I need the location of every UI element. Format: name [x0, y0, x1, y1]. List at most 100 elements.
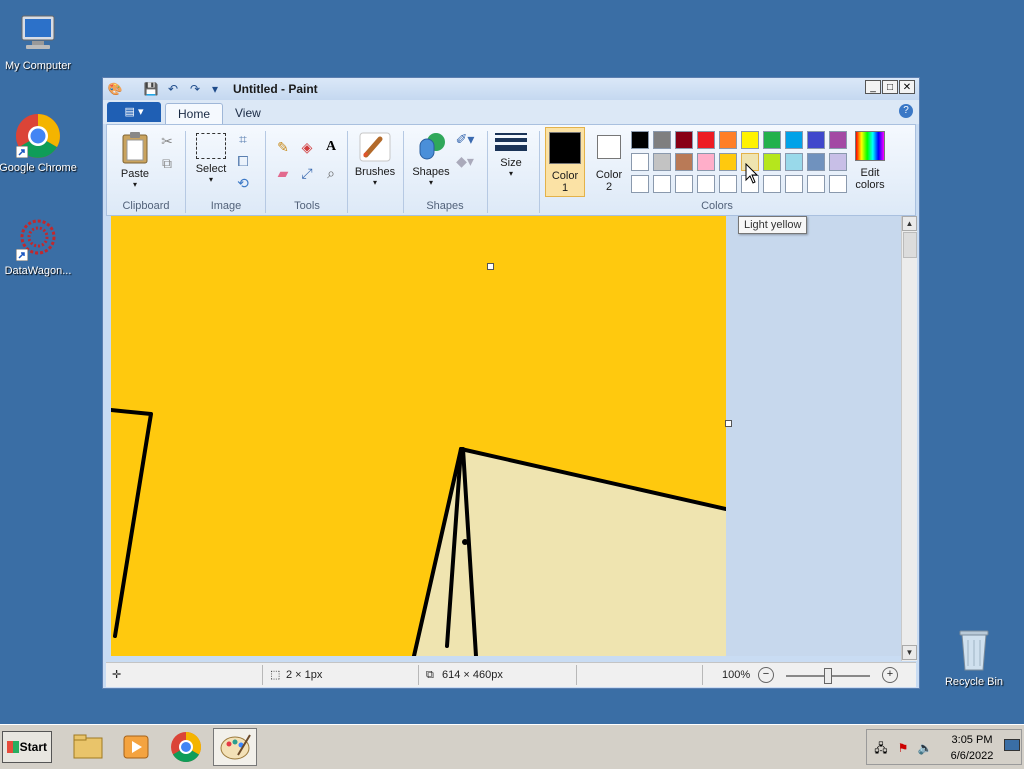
edit-colors-button[interactable]: Edit colors [849, 131, 891, 191]
size-button[interactable]: Size ▾ [493, 133, 529, 178]
palette-swatch[interactable] [719, 131, 737, 149]
undo-icon[interactable]: ↶ [165, 81, 181, 97]
palette-swatch[interactable] [741, 131, 759, 149]
paste-button[interactable]: Paste ▾ [115, 131, 155, 189]
shapes-button[interactable]: Shapes ▾ [409, 131, 453, 187]
mouse-cursor-icon [745, 163, 759, 184]
palette-swatch[interactable] [763, 153, 781, 171]
save-icon[interactable]: 💾 [143, 81, 159, 97]
canvas-size: 614 × 460px [442, 669, 503, 681]
drawing-canvas[interactable] [111, 216, 726, 656]
taskbar-explorer-icon[interactable] [66, 728, 110, 766]
palette-swatch[interactable] [829, 131, 847, 149]
palette-swatch[interactable] [807, 153, 825, 171]
scroll-thumb[interactable] [903, 232, 917, 258]
resize-icon[interactable]: ⧠ [233, 151, 253, 171]
palette-swatch[interactable] [807, 175, 825, 193]
maximize-button[interactable]: □ [882, 80, 898, 94]
title-bar[interactable]: 🎨 💾 ↶ ↷ ▾ Untitled - Paint _ □ ✕ [103, 78, 919, 100]
select-button[interactable]: Select ▾ [191, 133, 231, 184]
eraser-icon[interactable]: ▰ [273, 163, 293, 183]
palette-swatch[interactable] [675, 131, 693, 149]
palette-swatch[interactable] [829, 153, 847, 171]
paint-menu-button[interactable]: ▤ ▾ [107, 102, 161, 122]
palette-swatch[interactable] [719, 153, 737, 171]
canvas-handle[interactable] [487, 263, 494, 270]
cursor-position-icon: ✛ [112, 669, 122, 681]
copy-icon[interactable]: ⧉ [157, 153, 177, 173]
palette-swatch[interactable] [653, 131, 671, 149]
palette-swatch[interactable] [653, 175, 671, 193]
zoom-out-icon[interactable]: − [758, 667, 774, 683]
palette-swatch[interactable] [697, 131, 715, 149]
cut-icon[interactable]: ✂ [157, 131, 177, 151]
color1-swatch [549, 132, 581, 164]
start-button[interactable]: Start [2, 731, 52, 763]
zoom-in-icon[interactable]: + [882, 667, 898, 683]
palette-swatch[interactable] [675, 175, 693, 193]
color-picker-icon[interactable]: ⤢ [297, 163, 317, 183]
desktop-icon-google-chrome[interactable]: Google Chrome [0, 112, 78, 174]
palette-swatch[interactable] [829, 175, 847, 193]
palette-swatch[interactable] [807, 131, 825, 149]
redo-icon[interactable]: ↷ [187, 81, 203, 97]
taskbar-paint-icon[interactable] [213, 728, 257, 766]
desktop-icon-datawagon[interactable]: DataWagon... [0, 215, 78, 277]
palette-swatch[interactable] [785, 131, 803, 149]
magnifier-icon[interactable]: ⌕ [321, 163, 341, 183]
paint-window: 🎨 💾 ↶ ↷ ▾ Untitled - Paint _ □ ✕ ▤ ▾ Hom… [102, 77, 920, 689]
fill-icon[interactable]: ◆▾ [455, 151, 475, 171]
tab-home[interactable]: Home [165, 103, 224, 125]
palette-swatch[interactable] [631, 175, 649, 193]
palette-swatch[interactable] [675, 153, 693, 171]
tab-view[interactable]: View [223, 103, 273, 124]
palette-swatch[interactable] [631, 131, 649, 149]
volume-icon[interactable]: 🔈 [915, 738, 935, 758]
canvas-workspace [111, 216, 901, 656]
close-button[interactable]: ✕ [899, 80, 915, 94]
clock-date[interactable]: 6/6/2022 [937, 750, 1007, 762]
minimize-button[interactable]: _ [865, 80, 881, 94]
zoom-slider-thumb[interactable] [824, 668, 832, 684]
ribbon: Paste ▾ ✂ ⧉ Clipboard Select ▾ ⌗ ⧠ ⟲ Ima… [106, 124, 916, 216]
network-icon[interactable]: 🖧 [871, 738, 891, 758]
customize-quick-access-icon[interactable]: ▾ [207, 81, 223, 97]
desktop-icon-recycle-bin[interactable]: Recycle Bin [934, 626, 1014, 688]
palette-swatch[interactable] [763, 175, 781, 193]
palette-swatch[interactable] [631, 153, 649, 171]
help-icon[interactable]: ? [899, 104, 913, 118]
show-desktop-icon[interactable] [1004, 739, 1020, 751]
action-center-icon[interactable]: ⚑ [893, 738, 913, 758]
color1-number: 1 [561, 182, 569, 194]
clock-time[interactable]: 3:05 PM [937, 734, 1007, 746]
palette-swatch[interactable] [697, 175, 715, 193]
edit-colors-label-1: Edit [860, 167, 880, 179]
scroll-down-arrow-icon[interactable]: ▼ [902, 645, 917, 660]
palette-swatch[interactable] [697, 153, 715, 171]
pencil-icon[interactable]: ✎ [273, 137, 293, 157]
desktop-icon-my-computer[interactable]: My Computer [0, 10, 78, 72]
color1-button[interactable]: Color 1 [545, 127, 585, 197]
palette-swatch[interactable] [719, 175, 737, 193]
taskbar-chrome-icon[interactable] [164, 728, 208, 766]
selection-size: 2 × 1px [286, 669, 323, 681]
chrome-icon [14, 112, 62, 160]
rotate-icon[interactable]: ⟲ [233, 173, 253, 193]
paint-app-icon[interactable]: 🎨 [107, 81, 123, 97]
canvas-resize-handle-right[interactable] [725, 420, 732, 427]
crop-icon[interactable]: ⌗ [233, 129, 253, 149]
palette-swatch[interactable] [785, 153, 803, 171]
outline-icon[interactable]: ✐▾ [455, 129, 475, 149]
desktop-icon-label: My Computer [4, 60, 72, 72]
taskbar-media-player-icon[interactable] [114, 728, 158, 766]
palette-swatch[interactable] [763, 131, 781, 149]
scroll-up-arrow-icon[interactable]: ▲ [902, 216, 917, 231]
palette-swatch[interactable] [653, 153, 671, 171]
computer-icon [14, 10, 62, 58]
palette-swatch[interactable] [785, 175, 803, 193]
color2-button[interactable]: Color 2 [589, 127, 629, 193]
vertical-scrollbar[interactable]: ▲ ▼ [901, 216, 917, 661]
brushes-button[interactable]: Brushes ▾ [353, 131, 397, 187]
fill-bucket-icon[interactable]: ◈ [297, 137, 317, 157]
text-tool-icon[interactable]: A [321, 137, 341, 157]
